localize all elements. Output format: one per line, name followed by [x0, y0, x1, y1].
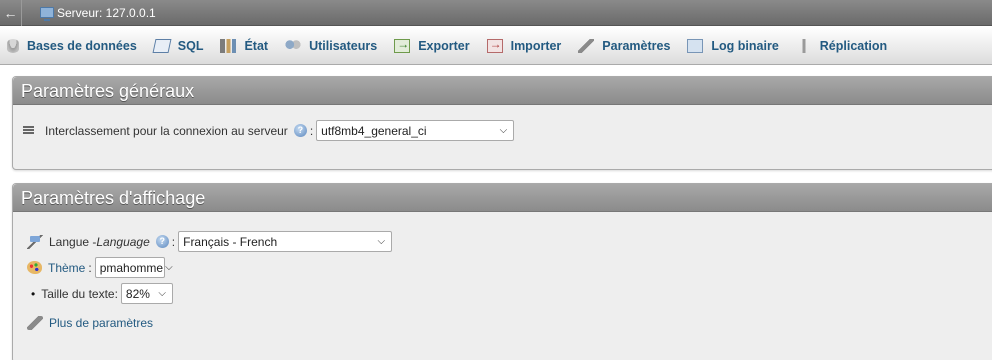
tab-export[interactable]: Exporter: [387, 27, 479, 64]
tab-replication[interactable]: Réplication: [789, 27, 897, 64]
tab-label: Réplication: [819, 38, 888, 53]
database-icon: [7, 38, 19, 53]
language-value: Français - French: [183, 234, 278, 249]
collation-label: Interclassement pour la connexion au ser…: [45, 123, 288, 138]
tab-label: Exporter: [418, 38, 470, 53]
tab-sql[interactable]: SQL: [147, 27, 214, 64]
replication-icon: [795, 38, 812, 53]
chevron-down-icon: ⌵: [158, 288, 166, 299]
colon-separator: :: [309, 123, 314, 138]
more-settings-row: Plus de paramètres: [27, 316, 153, 330]
more-settings-link[interactable]: Plus de paramètres: [49, 316, 153, 330]
panel-title: Paramètres généraux: [13, 77, 992, 105]
collation-select[interactable]: utf8mb4_general_ci ⌵: [316, 120, 515, 141]
tab-label: Bases de données: [27, 38, 137, 53]
panel-title: Paramètres d'affichage: [13, 184, 992, 212]
palette-icon: [27, 261, 42, 274]
server-breadcrumb-bar: ← Serveur: 127.0.0.1: [0, 0, 992, 26]
text-size-row: • Taille du texte: 82% ⌵: [31, 283, 173, 304]
export-icon: [394, 37, 411, 53]
wrench-icon: [578, 38, 595, 53]
colon-separator: :: [88, 260, 92, 275]
tab-label: État: [244, 38, 269, 53]
status-icon: [220, 38, 237, 53]
tab-label: Log binaire: [711, 38, 779, 53]
sql-icon: [152, 38, 172, 53]
language-icon: [27, 234, 43, 249]
bullet-icon: •: [31, 286, 36, 301]
server-label: Serveur: 127.0.0.1: [57, 5, 156, 20]
wrench-icon: [27, 316, 43, 330]
chevron-down-icon: ⌵: [165, 262, 173, 273]
theme-select[interactable]: pmahomme ⌵: [94, 257, 173, 278]
language-row: Langue - Language ? : Français - French …: [27, 231, 393, 252]
theme-value: pmahomme: [99, 260, 164, 275]
theme-link[interactable]: Thème: [48, 261, 85, 275]
back-arrow-icon[interactable]: ←: [0, 0, 22, 26]
main-menu-tabs: Bases de données SQL État Utilisateurs E…: [0, 27, 992, 65]
tab-status[interactable]: État: [213, 27, 278, 64]
users-icon: [285, 38, 302, 53]
help-icon[interactable]: ?: [293, 124, 307, 137]
tab-import[interactable]: Importer: [480, 27, 572, 64]
log-icon: [687, 38, 704, 53]
tab-label: Paramètres: [602, 38, 671, 53]
tab-databases[interactable]: Bases de données: [0, 27, 147, 64]
tab-users[interactable]: Utilisateurs: [278, 27, 387, 64]
help-icon[interactable]: ?: [155, 235, 169, 248]
tab-label: Utilisateurs: [309, 38, 378, 53]
collation-value: utf8mb4_general_ci: [321, 123, 427, 138]
general-settings-panel: Paramètres généraux Interclassement pour…: [12, 76, 992, 170]
theme-row: Thème : pmahomme ⌵: [27, 257, 173, 278]
language-label: Langue -: [49, 234, 97, 249]
chevron-down-icon: ⌵: [499, 125, 508, 136]
server-breadcrumb[interactable]: Serveur: 127.0.0.1: [22, 5, 156, 21]
tab-label: SQL: [177, 38, 204, 53]
collation-row: Interclassement pour la connexion au ser…: [23, 120, 515, 141]
language-label-em: Language: [96, 234, 150, 249]
text-size-label: Taille du texte:: [41, 286, 118, 301]
import-icon: [486, 37, 503, 53]
list-icon: [23, 126, 34, 135]
tab-settings[interactable]: Paramètres: [571, 27, 680, 64]
tab-binary-log[interactable]: Log binaire: [680, 27, 788, 64]
colon-separator: :: [171, 234, 176, 249]
display-settings-panel: Paramètres d'affichage Langue - Language…: [12, 183, 992, 360]
server-icon: [40, 7, 54, 21]
text-size-select[interactable]: 82% ⌵: [120, 283, 173, 304]
language-select[interactable]: Français - French ⌵: [178, 231, 393, 252]
tab-label: Importer: [510, 38, 562, 53]
chevron-down-icon: ⌵: [377, 236, 386, 247]
text-size-value: 82%: [125, 286, 150, 301]
